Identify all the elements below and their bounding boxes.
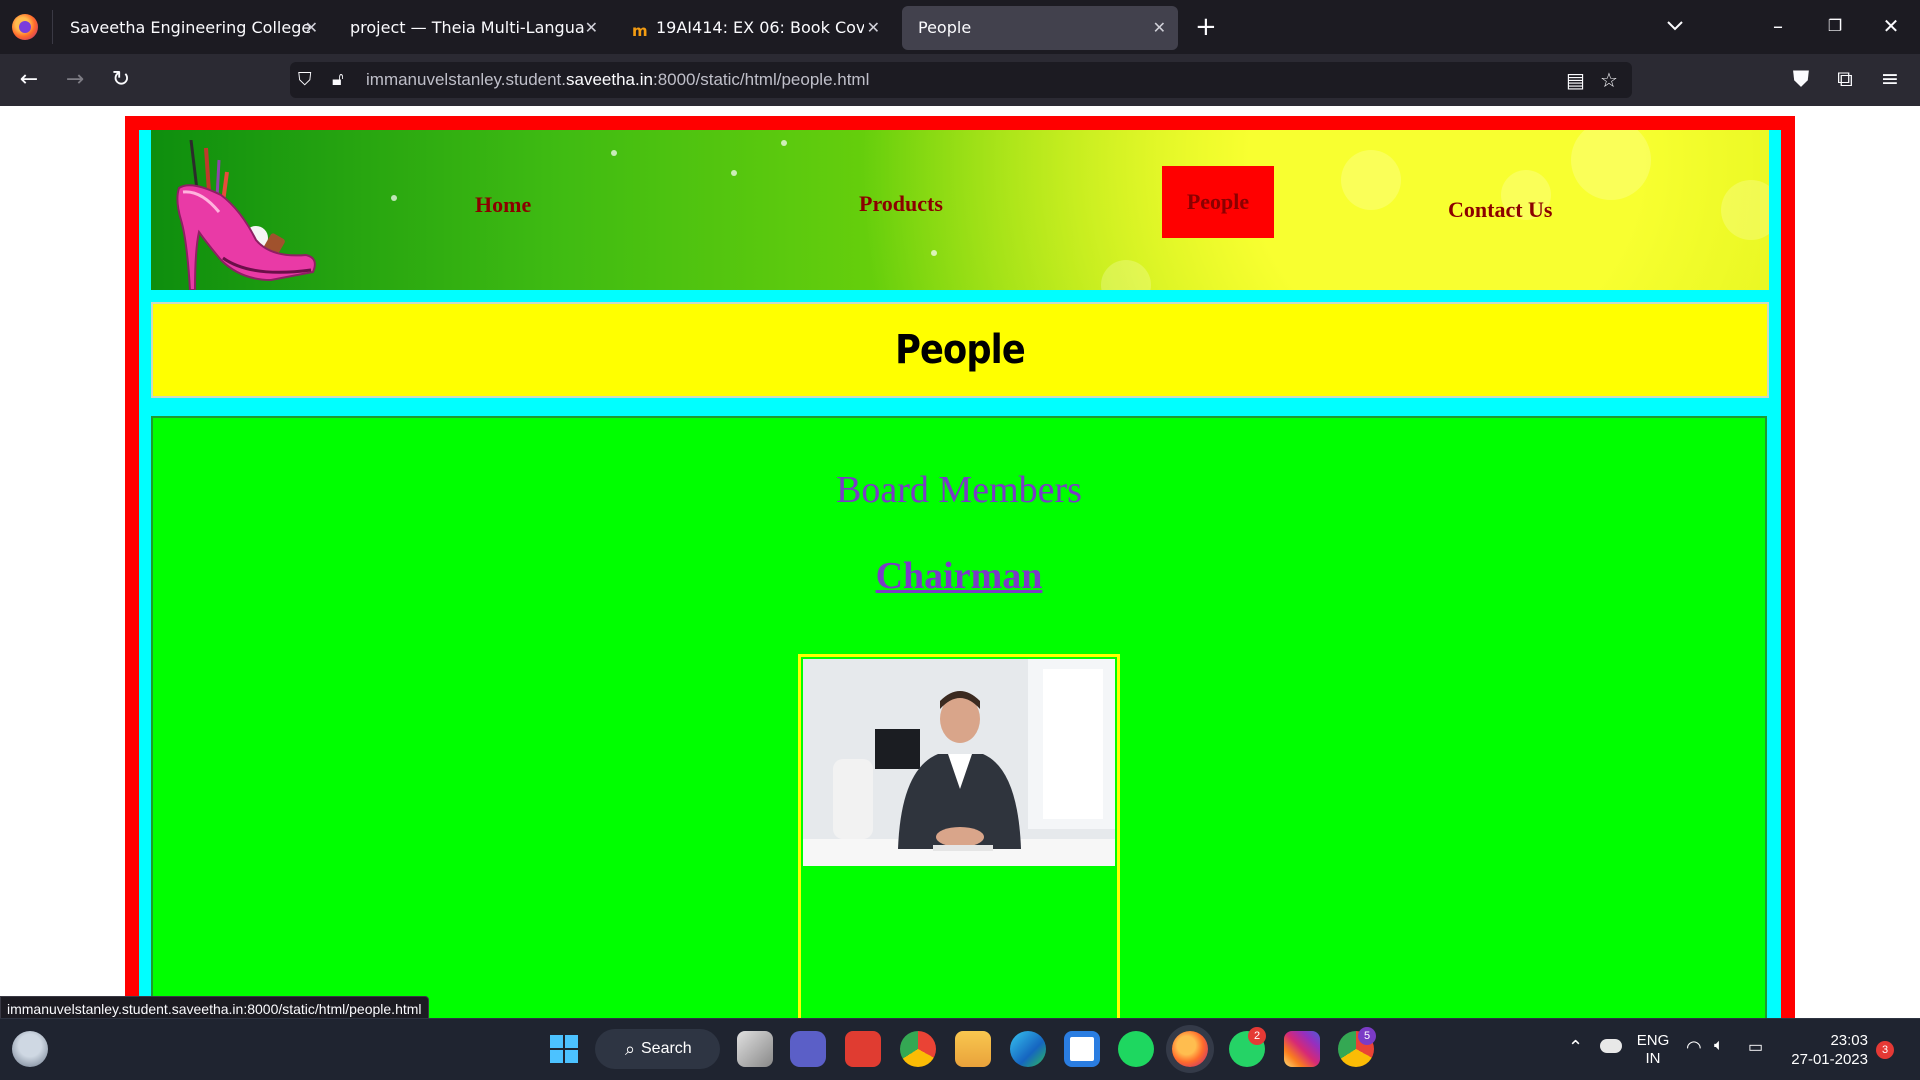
chrome-badge: 5 xyxy=(1358,1027,1376,1045)
browser-tab-bar: Saveetha Engineering College ✕ project —… xyxy=(0,0,1920,54)
search-label: Search xyxy=(641,1040,692,1057)
outer-frame: Home Products People Contact Us People B… xyxy=(125,116,1795,1018)
url-text[interactable]: immanuvelstanley.student.saveetha.in:800… xyxy=(366,62,869,98)
notification-badge[interactable]: 3 xyxy=(1876,1041,1894,1059)
microsoft-store-icon[interactable] xyxy=(1064,1031,1100,1067)
spotify-icon[interactable] xyxy=(1118,1031,1154,1067)
taskbar-search-button[interactable]: ⌕ Search xyxy=(595,1029,720,1069)
windows-taskbar: ⌕ Search 2 5 ⌃ ENG IN ◠ 🔈︎ ▭ 23:03 27-01-2… xyxy=(0,1018,1920,1080)
page-title: People xyxy=(895,327,1026,373)
inner-frame: Home Products People Contact Us People B… xyxy=(139,130,1781,1018)
clock[interactable]: 23:03 27-01-2023 xyxy=(1782,1031,1868,1069)
page-title-band: People xyxy=(151,302,1769,398)
tab-book-coverpage[interactable]: m 19AI414: EX 06: Book CoverPage ✕ xyxy=(616,6,892,50)
tab-label: 19AI414: EX 06: Book CoverPage xyxy=(656,18,864,37)
whatsapp-badge: 2 xyxy=(1248,1027,1266,1045)
tab-people[interactable]: People ✕ xyxy=(902,6,1178,50)
menu-icon[interactable]: ≡ xyxy=(1875,66,1905,94)
tab-label: People xyxy=(918,18,972,37)
tab-separator xyxy=(52,10,53,44)
file-explorer-icon[interactable] xyxy=(955,1031,991,1067)
tab-label: project — Theia Multi-Language Ex xyxy=(350,18,584,37)
close-icon[interactable]: ✕ xyxy=(867,6,880,50)
firefox-taskbar-icon[interactable] xyxy=(1172,1031,1208,1067)
pocket-icon[interactable]: ⛊ xyxy=(1786,66,1816,94)
chairman-card xyxy=(798,654,1120,1018)
reader-view-icon[interactable]: ▤ xyxy=(1566,68,1585,92)
nav-products-link[interactable]: Products xyxy=(859,189,943,219)
bookmark-star-icon[interactable]: ☆ xyxy=(1600,68,1618,92)
search-icon: ⌕ xyxy=(625,1039,636,1059)
moodle-icon: m xyxy=(632,22,648,40)
new-tab-button[interactable]: + xyxy=(1195,12,1217,42)
page-viewport: Home Products People Contact Us People B… xyxy=(0,106,1920,1018)
close-icon[interactable]: ✕ xyxy=(585,6,598,50)
pdf-reader-icon[interactable] xyxy=(845,1031,881,1067)
edge-icon[interactable] xyxy=(1010,1031,1046,1067)
speaker-muted-icon[interactable]: 🔈︎ xyxy=(1714,1037,1724,1055)
chairman-heading: Chairman xyxy=(875,555,1043,597)
tab-saveetha[interactable]: Saveetha Engineering College ✕ xyxy=(54,6,330,50)
insecure-lock-icon[interactable]: 🔓︎ xyxy=(332,68,344,92)
chevron-up-icon[interactable]: ⌃ xyxy=(1568,1037,1583,1058)
nav-contact-link[interactable]: Contact Us xyxy=(1448,195,1553,225)
tab-theia[interactable]: project — Theia Multi-Language Ex ✕ xyxy=(334,6,610,50)
status-url-tooltip: immanuvelstanley.student.saveetha.in:800… xyxy=(0,996,429,1020)
browser-nav-bar: ← → ↻ ⛉ 🔓︎ immanuvelstanley.student.save… xyxy=(0,54,1920,106)
chrome-icon[interactable] xyxy=(900,1031,936,1067)
shoe-cosmetics-logo[interactable] xyxy=(161,140,321,290)
firefox-logo-icon[interactable] xyxy=(12,14,38,40)
restore-icon[interactable]: ❐ xyxy=(1820,12,1850,40)
battery-icon[interactable]: ▭ xyxy=(1748,1037,1763,1057)
tracking-shield-icon[interactable]: ⛉ xyxy=(298,68,312,92)
reload-icon[interactable]: ↻ xyxy=(106,66,136,94)
nav-home-link[interactable]: Home xyxy=(475,190,531,220)
windows-start-icon[interactable] xyxy=(546,1031,582,1067)
wifi-icon[interactable]: ◠ xyxy=(1686,1037,1702,1058)
forward-arrow-icon[interactable]: → xyxy=(60,66,90,94)
nav-people-link[interactable]: People xyxy=(1162,166,1274,238)
instagram-icon[interactable] xyxy=(1284,1031,1320,1067)
chevron-down-icon[interactable] xyxy=(1664,14,1686,36)
close-icon[interactable]: ✕ xyxy=(305,6,318,50)
minimize-icon[interactable]: – xyxy=(1763,12,1793,40)
address-bar[interactable]: ⛉ 🔓︎ immanuvelstanley.student.saveetha.i… xyxy=(290,62,1632,98)
window-close-icon[interactable]: ✕ xyxy=(1876,12,1906,40)
teams-chat-icon[interactable] xyxy=(790,1031,826,1067)
chairman-photo xyxy=(803,659,1115,866)
onedrive-icon[interactable] xyxy=(1600,1039,1622,1053)
task-view-icon[interactable] xyxy=(737,1031,773,1067)
tab-label: Saveetha Engineering College xyxy=(70,18,310,37)
site-header: Home Products People Contact Us xyxy=(151,130,1769,290)
board-members-section: Board Members Chairman xyxy=(151,416,1767,1018)
language-indicator[interactable]: ENG IN xyxy=(1628,1032,1678,1068)
extensions-icon[interactable]: ⧉ xyxy=(1830,66,1860,94)
back-arrow-icon[interactable]: ← xyxy=(14,66,44,94)
section-title: Board Members xyxy=(836,469,1082,511)
close-icon[interactable]: ✕ xyxy=(1153,6,1166,50)
weather-icon[interactable] xyxy=(12,1031,48,1067)
